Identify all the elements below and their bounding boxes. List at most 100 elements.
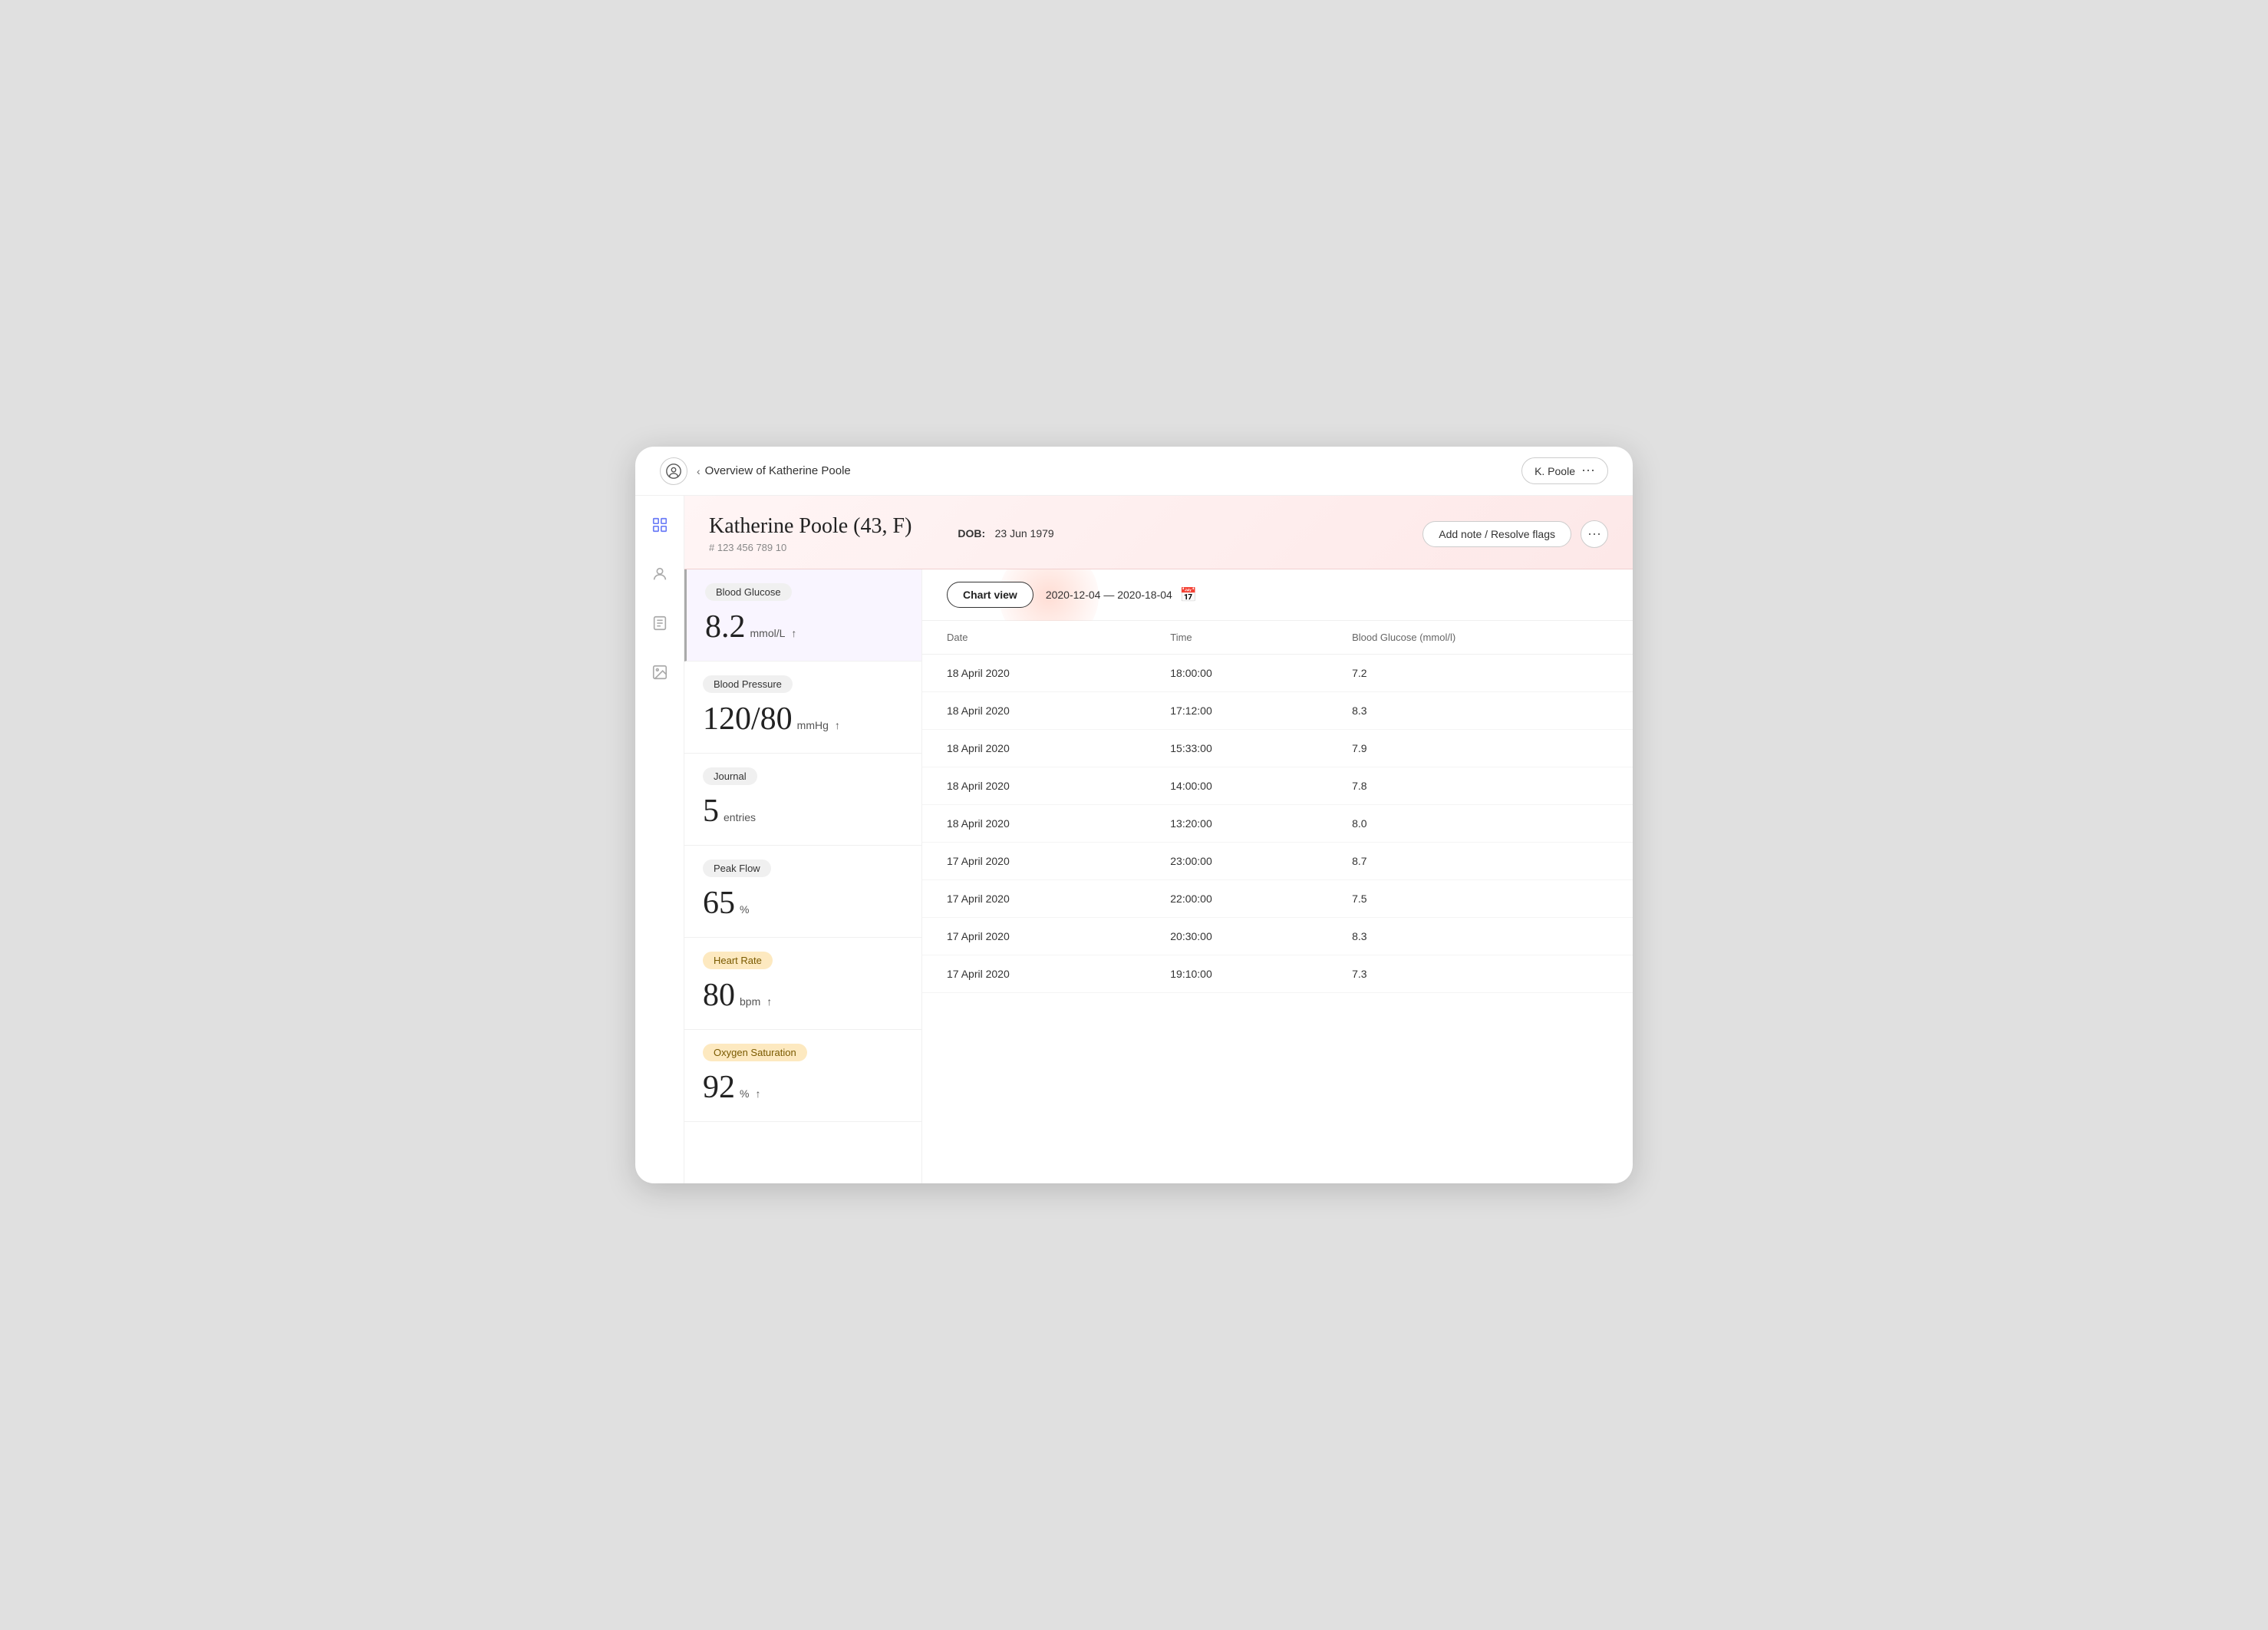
metric-card-blood-glucose[interactable]: Blood Glucose8.2mmol/L↑: [684, 569, 921, 662]
patient-info: Katherine Poole (43, F) # 123 456 789 10: [709, 514, 911, 553]
table-row: 17 April 202020:30:008.3: [922, 918, 1633, 955]
cell-value: 8.3: [1327, 692, 1633, 730]
metric-badge-blood-pressure: Blood Pressure: [703, 675, 793, 693]
data-table: Date Time Blood Glucose (mmol/l) 18 Apri…: [922, 621, 1633, 993]
data-area: Blood Glucose8.2mmol/L↑Blood Pressure120…: [684, 569, 1633, 1183]
app-container: ‹ Overview of Katherine Poole K. Poole ⋯: [635, 447, 1633, 1183]
cell-value: 8.0: [1327, 805, 1633, 843]
cell-time: 23:00:00: [1146, 843, 1327, 880]
user-pill-label: K. Poole: [1535, 465, 1575, 477]
metric-card-peak-flow[interactable]: Peak Flow 65%: [684, 846, 921, 938]
sidebar-item-notes[interactable]: [646, 609, 674, 637]
top-bar-right: K. Poole ⋯: [1521, 457, 1608, 484]
cell-date: 18 April 2020: [922, 767, 1146, 805]
metric-unit-heart-rate: bpm: [740, 995, 760, 1008]
col-header-time: Time: [1146, 621, 1327, 655]
back-link[interactable]: ‹ Overview of Katherine Poole: [697, 464, 851, 477]
table-panel: Chart view 2020-12-04 — 2020-18-04 📅 Dat…: [922, 569, 1633, 1183]
cell-value: 8.3: [1327, 918, 1633, 955]
cell-date: 17 April 2020: [922, 843, 1146, 880]
metric-value-row-blood-pressure: 120/80 mmHg ↑: [703, 701, 903, 737]
cell-date: 17 April 2020: [922, 955, 1146, 993]
metrics-panel: Blood Glucose8.2mmol/L↑Blood Pressure120…: [684, 569, 922, 1183]
cell-value: 7.3: [1327, 955, 1633, 993]
metric-card-heart-rate[interactable]: Heart Rate 80 bpm ↑: [684, 938, 921, 1030]
metric-big-val-journal: 5: [703, 793, 719, 830]
metric-badge-heart-rate: Heart Rate: [703, 952, 773, 969]
patient-dob: DOB: 23 Jun 1979: [958, 527, 1053, 541]
patient-id: # 123 456 789 10: [709, 542, 911, 553]
metric-unit-blood-pressure: mmHg: [797, 719, 829, 731]
metric-badge-peak-flow: Peak Flow: [703, 860, 771, 877]
cell-time: 15:33:00: [1146, 730, 1327, 767]
table-row: 18 April 202013:20:008.0: [922, 805, 1633, 843]
metric-card-journal[interactable]: Journal 5 entries: [684, 754, 921, 846]
table-row: 17 April 202022:00:007.5: [922, 880, 1633, 918]
patient-area: Katherine Poole (43, F) # 123 456 789 10…: [684, 496, 1633, 1183]
table-body: 18 April 202018:00:007.218 April 202017:…: [922, 655, 1633, 993]
col-header-value: Blood Glucose (mmol/l): [1327, 621, 1633, 655]
cell-time: 17:12:00: [1146, 692, 1327, 730]
metric-trend-oxygen-saturation: ↑: [755, 1089, 760, 1101]
table-row: 18 April 202018:00:007.2: [922, 655, 1633, 692]
table-row: 17 April 202023:00:008.7: [922, 843, 1633, 880]
sidebar-item-person[interactable]: [646, 560, 674, 588]
calendar-icon[interactable]: 📅: [1180, 587, 1197, 603]
metric-big-val-oxygen-saturation: 92: [703, 1069, 735, 1106]
back-chevron-icon: ‹: [697, 465, 701, 477]
cell-date: 17 April 2020: [922, 880, 1146, 918]
table-row: 18 April 202014:00:007.8: [922, 767, 1633, 805]
metric-big-val-blood-pressure: 120/80: [703, 701, 793, 737]
sidebar: [635, 496, 684, 1183]
metric-big-val-heart-rate: 80: [703, 977, 735, 1014]
metric-badge-journal: Journal: [703, 767, 757, 785]
cell-time: 20:30:00: [1146, 918, 1327, 955]
metric-big-val-blood-glucose: 8.2: [705, 609, 746, 645]
patient-name: Katherine Poole (43, F): [709, 514, 911, 539]
metric-unit-blood-glucose: mmol/L: [750, 627, 786, 639]
metric-card-blood-pressure[interactable]: Blood Pressure 120/80 mmHg ↑: [684, 662, 921, 754]
table-header: Date Time Blood Glucose (mmol/l): [922, 621, 1633, 655]
metric-unit-oxygen-saturation: %: [740, 1087, 749, 1100]
cell-time: 13:20:00: [1146, 805, 1327, 843]
cell-date: 18 April 2020: [922, 655, 1146, 692]
chart-view-button[interactable]: Chart view: [947, 582, 1033, 608]
metric-badge-oxygen-saturation: Oxygen Saturation: [703, 1044, 807, 1061]
dob-label: DOB:: [958, 527, 985, 539]
cell-value: 7.5: [1327, 880, 1633, 918]
date-range: 2020-12-04 — 2020-18-04 📅: [1046, 587, 1197, 603]
metric-value-row-heart-rate: 80 bpm ↑: [703, 977, 903, 1014]
cell-time: 14:00:00: [1146, 767, 1327, 805]
more-options-button[interactable]: ···: [1581, 520, 1608, 548]
sidebar-item-gallery[interactable]: [646, 658, 674, 686]
dob-value: 23 Jun 1979: [995, 527, 1054, 539]
patient-header: Katherine Poole (43, F) # 123 456 789 10…: [684, 496, 1633, 569]
table-row: 17 April 202019:10:007.3: [922, 955, 1633, 993]
cell-date: 18 April 2020: [922, 730, 1146, 767]
metric-unit-journal: entries: [724, 811, 756, 823]
top-bar-left: ‹ Overview of Katherine Poole: [660, 457, 851, 485]
cell-value: 7.9: [1327, 730, 1633, 767]
add-note-button[interactable]: Add note / Resolve flags: [1422, 521, 1571, 547]
cell-date: 17 April 2020: [922, 918, 1146, 955]
patient-header-actions: Add note / Resolve flags ···: [1422, 520, 1608, 548]
col-header-date: Date: [922, 621, 1146, 655]
metric-trend-heart-rate: ↑: [766, 997, 772, 1009]
app-logo-icon: [660, 457, 687, 485]
table-row: 18 April 202015:33:007.9: [922, 730, 1633, 767]
cell-time: 22:00:00: [1146, 880, 1327, 918]
metric-value-row-blood-glucose: 8.2mmol/L↑: [705, 609, 903, 645]
metric-value-row-journal: 5 entries: [703, 793, 903, 830]
user-pill[interactable]: K. Poole ⋯: [1521, 457, 1608, 484]
metric-value-row-peak-flow: 65%: [703, 885, 903, 922]
user-pill-dots-icon: ⋯: [1581, 463, 1595, 479]
main-content: Katherine Poole (43, F) # 123 456 789 10…: [635, 496, 1633, 1183]
metric-card-oxygen-saturation[interactable]: Oxygen Saturation 92% ↑: [684, 1030, 921, 1122]
cell-value: 8.7: [1327, 843, 1633, 880]
cell-value: 7.2: [1327, 655, 1633, 692]
metric-trend-blood-pressure: ↑: [835, 721, 840, 733]
cell-date: 18 April 2020: [922, 692, 1146, 730]
cell-time: 18:00:00: [1146, 655, 1327, 692]
date-range-text: 2020-12-04 — 2020-18-04: [1046, 589, 1172, 601]
sidebar-item-activity[interactable]: [646, 511, 674, 539]
